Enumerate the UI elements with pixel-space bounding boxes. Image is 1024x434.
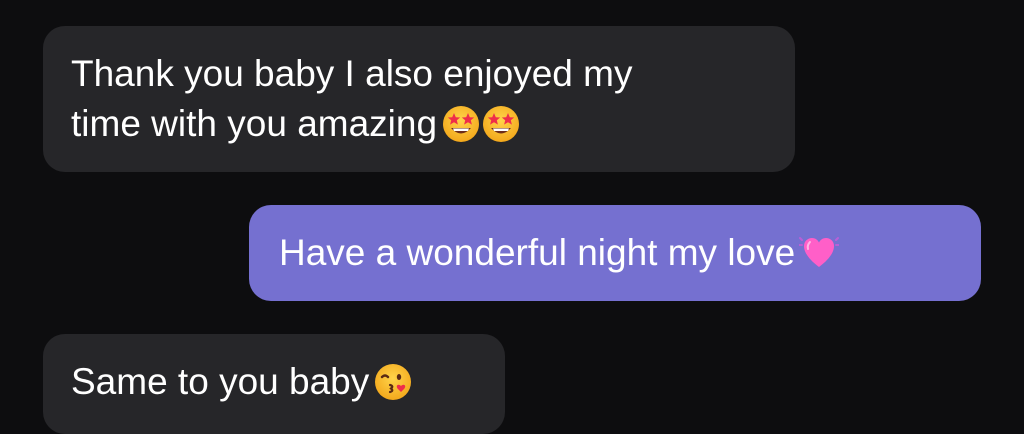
outgoing-message-bubble[interactable]: Have a wonderful night my love: [249, 205, 981, 301]
incoming-message-bubble[interactable]: Same to you baby: [43, 334, 505, 434]
kissing-face-emoji-icon: [373, 362, 413, 402]
message-text-line-2: time with you amazing: [71, 99, 767, 149]
incoming-message-bubble[interactable]: Thank you baby I also enjoyed my time wi…: [43, 26, 795, 172]
message-text: Have a wonderful night my love: [279, 232, 796, 273]
message-text-line-1: Thank you baby I also enjoyed my: [71, 53, 633, 94]
star-struck-emoji-icon: [441, 104, 481, 144]
message-text: time with you amazing: [71, 103, 438, 144]
beating-heart-emoji-icon: [799, 233, 840, 273]
message-text: Same to you baby: [71, 361, 370, 402]
star-struck-emoji-icon: [481, 104, 521, 144]
